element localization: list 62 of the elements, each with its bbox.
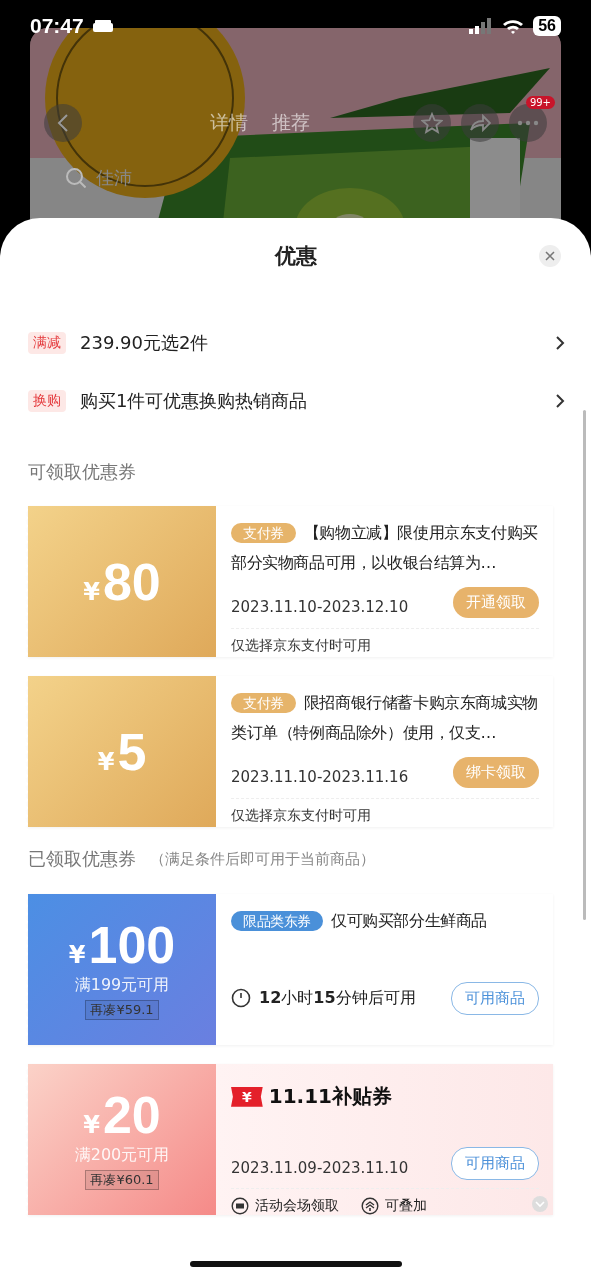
share-button[interactable] (461, 104, 499, 142)
promotion-tag: 满减 (28, 332, 66, 354)
eligible-items-button[interactable]: 可用商品 (451, 1146, 539, 1180)
coupon-description: 限品类东券 仅可购买部分生鲜商品 (231, 906, 539, 966)
validity-dates: 2023.11.10-2023.11.16 (231, 768, 409, 786)
more-button[interactable] (509, 104, 547, 142)
validity-dates: 2023.11.10-2023.12.10 (231, 598, 409, 616)
currency-symbol: ¥ (83, 577, 100, 606)
back-icon (56, 113, 70, 133)
nav-tab[interactable]: 推荐 (272, 110, 310, 136)
usage-note: 仅选择京东支付时可用 (231, 807, 372, 825)
chevron-right-icon (555, 393, 565, 409)
validity-dates: 2023.11.09-2023.11.10 (231, 1159, 409, 1178)
section-title: 已领取优惠券 (28, 847, 136, 871)
coupon-amount: 80 (102, 555, 161, 608)
claim-button[interactable]: 开通领取 (453, 586, 539, 618)
section-note: （满足条件后即可用于当前商品） (150, 849, 375, 869)
wifi-icon (501, 17, 526, 35)
claim-button[interactable]: 绑卡领取 (453, 756, 539, 788)
sheet-title: 优惠 (274, 243, 317, 270)
coupon-description: 支付券 限招商银行储蓄卡购京东商城实物类订单（特例商品除外）使用，仅支… (231, 692, 539, 744)
ticket-mark: ¥ (231, 1086, 263, 1107)
coupon-condition: 满199元可用 (74, 975, 170, 996)
chevron-right-icon (555, 335, 565, 351)
more-icon (517, 120, 539, 126)
section-title: 可领取优惠券 (28, 460, 137, 484)
currency-symbol: ¥ (83, 1111, 100, 1139)
promotion-tag: 换购 (28, 390, 66, 412)
stack-icon (361, 1197, 379, 1215)
coupon-tag: 限品类东券 (231, 911, 323, 931)
availability-timer: 12小时15分钟后可用 (259, 987, 416, 1009)
sleep-mode-icon (91, 19, 114, 33)
promotion-text[interactable]: 购买1件可优惠换购热销商品 (80, 389, 541, 413)
promotion-text[interactable]: 239.90元选2件 (80, 331, 541, 355)
back-button[interactable] (44, 104, 82, 142)
coupon-amount: 20 (102, 1089, 161, 1141)
coupon-condition: 满200元可用 (74, 1145, 170, 1166)
clock-icon (231, 988, 251, 1008)
usage-note: 仅选择京东支付时可用 (231, 637, 372, 655)
coupon-feature: 活动会场领取 (255, 1197, 339, 1215)
coupon-title: 11.11补贴券 (268, 1083, 392, 1111)
coupon-tag: 支付券 (231, 523, 296, 543)
search-icon (66, 168, 86, 188)
eligible-items-button[interactable]: 可用商品 (451, 981, 539, 1015)
favorite-button[interactable] (413, 104, 451, 142)
coupon-feature: 可叠加 (385, 1197, 427, 1215)
signal-icon (469, 18, 494, 34)
close-icon (545, 251, 555, 261)
coupon-amount: 5 (117, 725, 147, 778)
coupon-description: 支付券 【购物立减】限使用京东支付购买部分实物商品可用，以收银台结算为… (231, 522, 539, 574)
currency-symbol: ¥ (68, 941, 86, 969)
coupon-amount: 100 (88, 919, 176, 971)
topup-hint: 再凑¥60.1 (85, 1170, 159, 1190)
star-icon (421, 112, 443, 134)
close-button[interactable] (539, 245, 561, 267)
coupon-tag: 支付券 (231, 693, 296, 713)
currency-symbol: ¥ (97, 747, 115, 776)
status-time: 07:47 (30, 14, 84, 38)
ticket-icon (231, 1197, 249, 1215)
battery-level: 56 (533, 16, 561, 36)
topup-hint: 再凑¥59.1 (85, 1000, 159, 1020)
share-icon (469, 113, 491, 133)
